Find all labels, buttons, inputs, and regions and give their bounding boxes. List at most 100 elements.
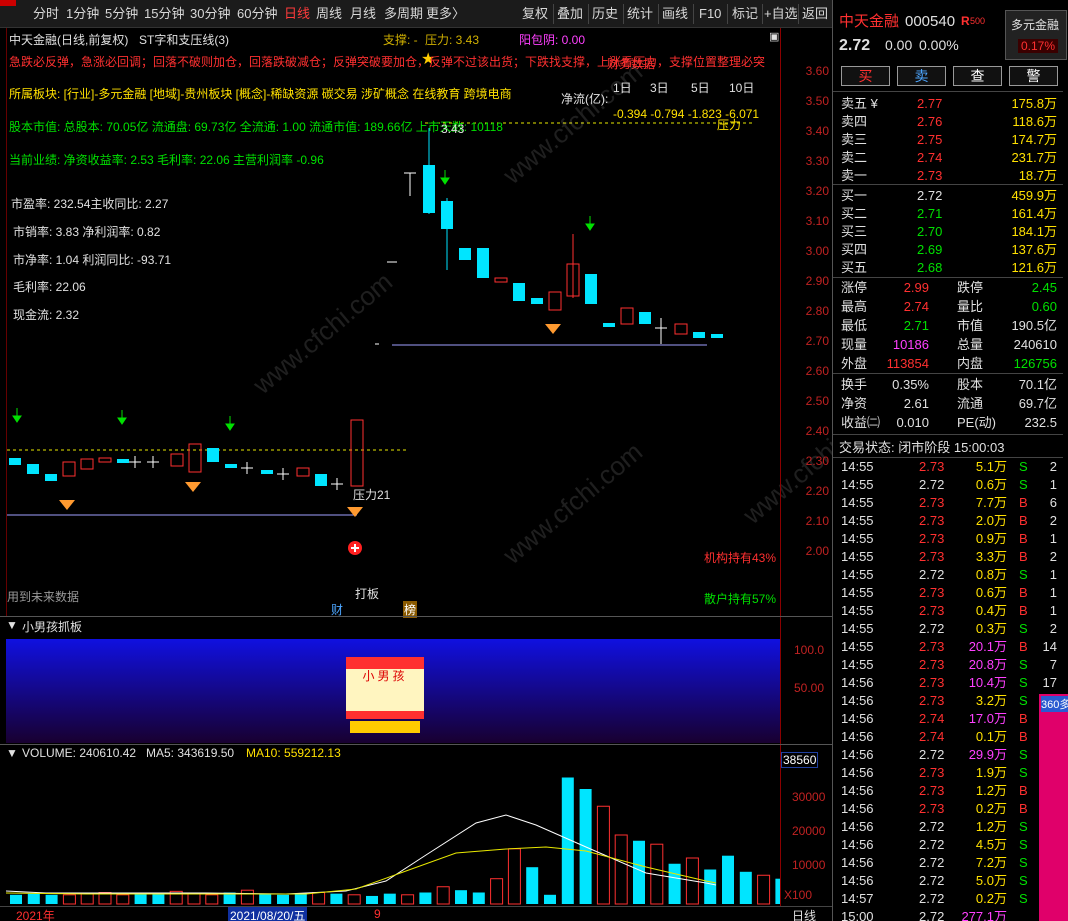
tick-row[interactable]: 14:55 2.73 20.8万 S 7 <box>833 655 1063 674</box>
tick-row[interactable]: 14:57 2.72 0.2万 S <box>833 889 1063 908</box>
period-tab-daily[interactable]: 日线 <box>284 6 310 22</box>
tick-row[interactable]: 14:55 2.73 20.1万 B 14 <box>833 637 1063 656</box>
tick-row[interactable]: 14:55 2.73 3.3万 B 2 <box>833 547 1063 566</box>
period-tab-60min[interactable]: 60分钟 <box>237 6 277 22</box>
tick-row[interactable]: 14:56 2.72 5.0万 S <box>833 871 1063 890</box>
stats-row: 换手 0.35% 股本 70.1亿 <box>841 377 1057 392</box>
sell-button[interactable]: 卖 <box>897 66 946 86</box>
ob-price: 2.72 <box>917 188 943 203</box>
tool-draw-button[interactable]: 画线 <box>662 6 688 22</box>
tool-stats-button[interactable]: 统计 <box>627 6 653 22</box>
order-book-row[interactable]: 买一 2.72 459.9万 <box>833 186 1063 205</box>
tick-row[interactable]: 14:55 2.73 2.0万 B 2 <box>833 511 1063 530</box>
ob-volume: 459.9万 <box>1011 188 1057 203</box>
period-tab-more[interactable]: 更多〉 <box>426 6 465 22</box>
trading-app-window: 分时 1分钟 5分钟 15分钟 30分钟 60分钟 日线 周线 月线 多周期 更… <box>0 0 1068 921</box>
ob-volume: 184.1万 <box>1011 224 1057 239</box>
tool-f10-button[interactable]: F10 <box>699 6 721 22</box>
date-axis: 2021年 2021/08/20/五 9 日线 <box>0 906 832 921</box>
panel-collapse-icon[interactable]: ▼ <box>6 746 18 760</box>
tool-overlay-button[interactable]: 叠加 <box>557 6 583 22</box>
order-book-row[interactable]: 买三 2.70 184.1万 <box>833 222 1063 241</box>
order-book-row[interactable]: 买二 2.71 161.4万 <box>833 204 1063 223</box>
order-book-row[interactable]: 买四 2.69 137.6万 <box>833 240 1063 259</box>
performance-info: 当前业绩: 净资收益率: 2.53 毛利率: 22.06 主营利润率 -0.96 <box>9 153 324 167</box>
order-book-row[interactable]: 卖二 2.74 231.7万 <box>833 148 1063 167</box>
app-logo <box>0 0 16 6</box>
tick-row[interactable]: 14:55 2.72 0.8万 S 1 <box>833 565 1063 584</box>
tool-history-button[interactable]: 历史 <box>592 6 618 22</box>
volume-bar <box>704 869 717 904</box>
flow-period-5: 5日 <box>691 81 710 95</box>
indicator-panel-boy[interactable]: ▼ 小男孩抓板 小男孩 100.0 50.00 <box>0 616 832 745</box>
tick-row[interactable]: 14:55 2.73 7.7万 B 6 <box>833 493 1063 512</box>
tool-mark-button[interactable]: 标记 <box>732 6 758 22</box>
volume-bar <box>45 894 58 904</box>
tick-row[interactable]: 14:56 2.73 3.2万 S <box>833 691 1063 710</box>
volume-bar <box>526 867 539 904</box>
tick-row[interactable]: 15:00 2.72 277.1万 <box>833 907 1063 921</box>
volume-bar <box>10 894 22 904</box>
period-tab-multi[interactable]: 多周期 <box>384 6 423 22</box>
tool-add-watchlist-button[interactable]: +自选 <box>764 6 798 22</box>
query-button[interactable]: 查 <box>953 66 1002 86</box>
volume-panel[interactable]: ▼ VOLUME: 240610.42 MA5: 343619.50 MA10:… <box>0 744 832 907</box>
volume-scale-10000: 10000 <box>792 858 826 872</box>
tick-row[interactable]: 14:55 2.73 5.1万 S 2 <box>833 457 1063 476</box>
ob-label: 买四 <box>841 242 868 257</box>
buy-button[interactable]: 买 <box>841 66 890 86</box>
order-book-row[interactable]: 卖三 2.75 174.7万 <box>833 130 1063 149</box>
period-tab-fenshi[interactable]: 分时 <box>33 6 59 22</box>
volume-bar <box>294 893 307 904</box>
tick-row[interactable]: 14:56 2.73 1.2万 B <box>833 781 1063 800</box>
tick-row[interactable]: 14:56 2.72 1.2万 S <box>833 817 1063 836</box>
tick-row[interactable]: 14:55 2.72 0.3万 S 2 <box>833 619 1063 638</box>
period-tab-5min[interactable]: 5分钟 <box>105 6 138 22</box>
tick-row[interactable]: 14:56 2.72 29.9万 S <box>833 745 1063 764</box>
ob-label: 卖四 <box>841 114 868 129</box>
tool-fuquan-button[interactable]: 复权 <box>522 6 548 22</box>
period-tab-30min[interactable]: 30分钟 <box>190 6 230 22</box>
tick-row[interactable]: 14:56 2.73 10.4万 S 17 <box>833 673 1063 692</box>
period-tab-15min[interactable]: 15分钟 <box>144 6 184 22</box>
trade-status: 交易状态: 闭市阶段 15:00:03 <box>839 440 1005 455</box>
volume-bar <box>366 895 378 904</box>
tick-row[interactable]: 14:56 2.74 0.1万 B <box>833 727 1063 746</box>
alert-button[interactable]: 警 <box>1009 66 1058 86</box>
period-tab-monthly[interactable]: 月线 <box>350 6 376 22</box>
price-scale-tick: 2.60 <box>805 364 829 378</box>
last-price: 2.72 <box>839 37 871 54</box>
tick-row[interactable]: 14:56 2.73 1.9万 S <box>833 763 1063 782</box>
period-tab-weekly[interactable]: 周线 <box>316 6 342 22</box>
tool-back-button[interactable]: 返回 <box>802 6 828 22</box>
order-book-row[interactable]: 卖五 ¥ 2.77 175.8万 <box>833 94 1063 113</box>
tick-row[interactable]: 14:56 2.73 0.2万 B <box>833 799 1063 818</box>
tick-row[interactable]: 14:56 2.74 17.0万 B <box>833 709 1063 728</box>
price-scale-tick: 2.40 <box>805 424 829 438</box>
candles-left <box>9 419 364 490</box>
volume-label: VOLUME: 240610.42 <box>22 746 137 760</box>
order-book-row[interactable]: 买五 2.68 121.6万 <box>833 258 1063 277</box>
tick-row[interactable]: 14:55 2.73 0.9万 B 1 <box>833 529 1063 548</box>
volume-canvas <box>6 777 780 905</box>
indicator-name[interactable]: ST字和支压线(3) <box>139 31 229 48</box>
volume-bar <box>330 893 343 904</box>
price-scale-tick: 2.90 <box>805 274 829 288</box>
price-scale-tick: 3.40 <box>805 124 829 138</box>
stats-row: 收益㈡ 0.010 PE(动) 232.5 <box>841 415 1057 430</box>
ob-volume: 18.7万 <box>1018 168 1057 183</box>
tick-row[interactable]: 14:56 2.72 7.2万 S <box>833 853 1063 872</box>
ob-price: 2.69 <box>917 242 943 257</box>
collapse-icon[interactable]: ▣ <box>769 30 779 43</box>
order-book-row[interactable]: 卖四 2.76 118.6万 <box>833 112 1063 131</box>
panel-collapse-icon[interactable]: ▼ <box>6 618 18 632</box>
period-tab-1min[interactable]: 1分钟 <box>66 6 99 22</box>
tick-row[interactable]: 14:55 2.72 0.6万 S 1 <box>833 475 1063 494</box>
stats-row: 现量 10186 总量 240610 <box>841 337 1057 352</box>
tick-row[interactable]: 14:55 2.73 0.4万 B 1 <box>833 601 1063 620</box>
kline-chart-panel[interactable]: ★ 中天金融(日线,前复权) ST字和支压线(3) 支撑: - 压力: 3.43… <box>6 28 888 618</box>
volume-bar <box>259 893 272 904</box>
tick-row[interactable]: 14:56 2.72 4.5万 S <box>833 835 1063 854</box>
tick-row[interactable]: 14:55 2.73 0.6万 B 1 <box>833 583 1063 602</box>
order-book-row[interactable]: 卖一 2.73 18.7万 <box>833 166 1063 185</box>
